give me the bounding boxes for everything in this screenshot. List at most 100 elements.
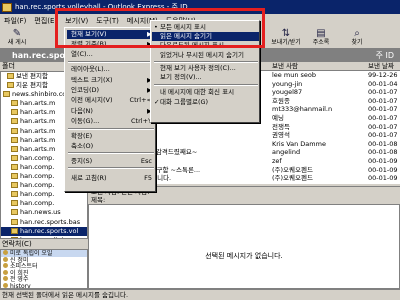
message-date: 00-01-09 bbox=[368, 156, 398, 165]
current-view-submenu-item[interactable]: 내 메시지에 대한 회신 표시 bbox=[152, 88, 259, 97]
message-date: 00-01-07 bbox=[368, 122, 398, 131]
view-menu-item-label: 인코딩(D) bbox=[71, 86, 100, 94]
send-receive-button[interactable]: ⇅ 보내기/받기 bbox=[268, 29, 304, 48]
message-from: 호원종 bbox=[272, 96, 290, 105]
window-title: han.rec.sports.volleyball - Outlook Expr… bbox=[15, 3, 188, 11]
message-from: 권영석 bbox=[272, 131, 290, 140]
title-bar: han.rec.sports.volleyball - Outlook Expr… bbox=[0, 0, 400, 14]
folder-label: 보낸 편지함 bbox=[16, 72, 48, 80]
column-from[interactable]: 보낸 사람 bbox=[272, 62, 298, 71]
view-menu-item[interactable]: 중지(S) Esc bbox=[67, 157, 155, 166]
view-menu-item-label: 다음(N) bbox=[71, 107, 93, 115]
message-date: 00-01-07 bbox=[368, 131, 398, 140]
message-date: 00-01-07 bbox=[368, 113, 398, 122]
view-menu-item-label: 이전 메시지(V) bbox=[71, 96, 113, 104]
folder-item[interactable]: han.rec.sports.vol bbox=[1, 226, 87, 236]
contact-person-icon bbox=[3, 276, 8, 282]
contact-item[interactable]: 미로 독립이 오일 bbox=[1, 250, 87, 257]
message-from: young-jin bbox=[272, 79, 303, 88]
column-date[interactable]: 보낸 날짜 bbox=[368, 62, 394, 71]
find-icon: ⌕ bbox=[354, 28, 360, 39]
menu-separator bbox=[68, 167, 154, 169]
folder-icon bbox=[3, 91, 10, 98]
message-from: (주)오퀘오펜드 bbox=[272, 165, 313, 174]
view-menu-item[interactable]: 이동(G)... Ctrl+Y bbox=[67, 117, 155, 126]
folder-label: han.comp. bbox=[20, 181, 55, 190]
view-menu-item[interactable]: 레이아웃(L)... bbox=[67, 65, 155, 74]
view-menu-item[interactable]: 축소(O) bbox=[67, 142, 155, 151]
folder-label: han.comp. bbox=[20, 172, 55, 181]
view-menu-item-label: 레이아웃(L)... bbox=[71, 65, 110, 73]
folder-header-title: han.rec.spo bbox=[12, 51, 65, 60]
view-menu-item[interactable]: 인코딩(D)▶ bbox=[67, 86, 155, 95]
view-menu-item[interactable]: 현재 보기(V)▶ bbox=[67, 30, 155, 39]
current-view-submenu: • 모든 메시지 표시 읽은 메시지 숨기기 다운로드된 메시지 표시 읽었거나 무시된… bbox=[150, 20, 260, 123]
submenu-item-label: 읽었거나 무시된 메시지 숨기기 bbox=[160, 51, 244, 59]
current-view-submenu-item[interactable]: 읽은 메시지 숨기기 bbox=[152, 32, 259, 41]
view-menu-item[interactable]: 정렬 기준(B)▶ bbox=[67, 40, 155, 49]
folder-label: han.arts.m bbox=[20, 117, 56, 126]
view-menu-item-shortcut: Esc bbox=[140, 157, 152, 165]
preview-empty-message: 선택된 메시지가 없습니다. bbox=[205, 252, 283, 260]
current-view-submenu-item[interactable]: 현재 보기 사용자 정의(C)... bbox=[152, 64, 259, 73]
message-date: 00-01-07 bbox=[368, 105, 398, 114]
contacts-list: 미로 독립이 오일 신 정미 소피스트터 이 희진 전 영수 history bbox=[0, 249, 88, 289]
folder-icon bbox=[11, 118, 18, 125]
submenu-item-check: ✓ bbox=[154, 98, 160, 106]
view-menu-item-label: 텍스트 크기(X) bbox=[71, 76, 113, 84]
menu-file[interactable]: 파일(F) bbox=[0, 16, 30, 26]
folder-label: han.arts.m bbox=[20, 126, 56, 135]
folder-icon bbox=[11, 182, 18, 189]
view-menu-item[interactable]: 다음(N)▶ bbox=[67, 107, 155, 116]
address-book-button[interactable]: ▤ 주소록 bbox=[306, 29, 336, 48]
message-date: 00-01-08 bbox=[368, 148, 398, 157]
preview-pane: 선택된 메시지가 없습니다. bbox=[88, 204, 400, 289]
contact-item[interactable]: 전 영수 bbox=[1, 276, 87, 283]
contacts-pane-title[interactable]: 연락처(C) bbox=[0, 239, 88, 249]
submenu-item-label: 대화 그룹별로(G) bbox=[160, 98, 209, 106]
folder-icon bbox=[11, 109, 18, 116]
folder-label: han.arts.m bbox=[20, 135, 56, 144]
current-view-submenu-item[interactable]: • 모든 메시지 표시 bbox=[152, 23, 259, 32]
folder-label: han.rec.sports.bas bbox=[20, 217, 81, 226]
view-menu-item[interactable]: 이전 메시지(V) Ctrl+< bbox=[67, 96, 155, 105]
message-from: mt333@hanmail.net bbox=[272, 105, 332, 114]
message-date: 00-01-07 bbox=[368, 88, 398, 97]
folder-item[interactable]: han.rec.sports.bas bbox=[1, 218, 87, 227]
folder-icon bbox=[11, 154, 18, 161]
menu-view[interactable]: 보기(V) bbox=[61, 16, 92, 26]
folder-label: 지운 편지함 bbox=[16, 81, 48, 90]
submenu-item-label: 모든 메시지 표시 bbox=[160, 23, 206, 31]
folder-item[interactable]: han.news.us bbox=[1, 208, 87, 217]
current-view-submenu-item[interactable]: 보기 정의(V)... bbox=[152, 73, 259, 82]
menu-separator bbox=[154, 84, 258, 86]
message-date: 00-01-04 bbox=[368, 79, 398, 88]
find-button[interactable]: ⌕ 찾기 bbox=[342, 29, 372, 48]
view-menu-item[interactable]: 열(C)... bbox=[67, 50, 155, 59]
current-view-submenu-item[interactable]: 다운로드된 메시지 표시 bbox=[152, 41, 259, 50]
menu-separator bbox=[154, 61, 258, 63]
address-book-icon: ▤ bbox=[316, 28, 326, 39]
message-from: zef bbox=[272, 156, 282, 165]
new-post-button[interactable]: ✎ 새 게시 bbox=[2, 29, 32, 48]
contact-item[interactable]: 소피스트터 bbox=[1, 263, 87, 270]
menu-tools[interactable]: 도구(T) bbox=[92, 16, 123, 26]
message-from: yougel87 bbox=[272, 88, 303, 97]
folder-label: han.arts.m bbox=[20, 108, 56, 117]
folder-icon bbox=[11, 136, 18, 143]
view-menu-item[interactable]: 확장(E) bbox=[67, 132, 155, 141]
folder-icon bbox=[11, 209, 18, 216]
view-menu-item-label: 현재 보기(V) bbox=[71, 30, 107, 38]
folder-label: han.comp. bbox=[20, 190, 55, 199]
current-view-submenu-item[interactable]: 읽었거나 무시된 메시지 숨기기 bbox=[152, 51, 259, 60]
view-menu-item[interactable]: 새로 고침(R) F5 bbox=[67, 174, 155, 183]
view-menu-item-label: 이동(G)... bbox=[71, 117, 100, 125]
current-view-submenu-item[interactable]: ✓ 대화 그룹별로(G) bbox=[152, 98, 259, 107]
message-date: 00-01-07 bbox=[368, 96, 398, 105]
submenu-item-label: 보기 정의(V)... bbox=[160, 73, 202, 81]
view-menu-item[interactable]: 텍스트 크기(X)▶ bbox=[67, 76, 155, 85]
menu-edit[interactable]: 편집(E) bbox=[30, 16, 61, 26]
folder-item[interactable]: han.comp. bbox=[1, 199, 87, 208]
message-date: 00-01-08 bbox=[368, 139, 398, 148]
message-from: 전쟁득 bbox=[272, 122, 290, 131]
